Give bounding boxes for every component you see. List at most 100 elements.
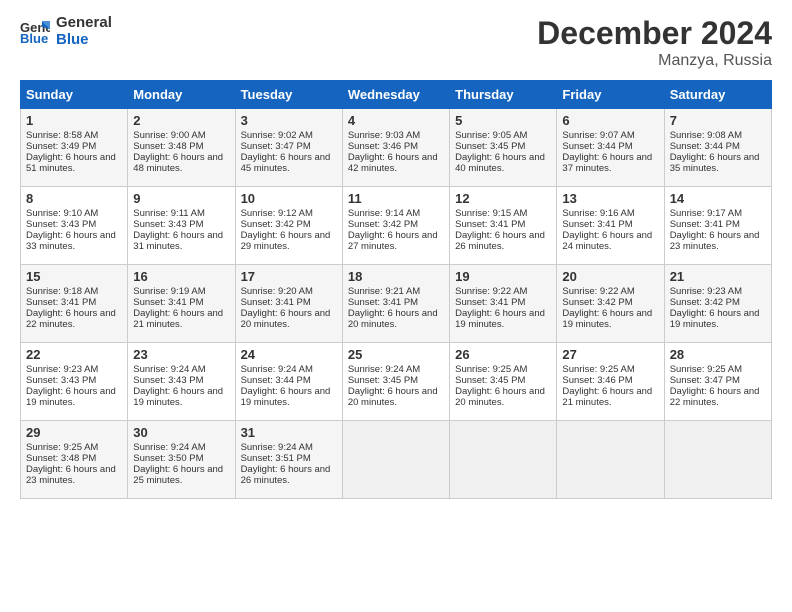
day-number: 21 [670, 269, 766, 284]
daylight-text: Daylight: 6 hours and 19 minutes. [26, 386, 116, 408]
day-number: 5 [455, 113, 551, 128]
day-number: 17 [241, 269, 337, 284]
day-number: 31 [241, 425, 337, 440]
daylight-text: Daylight: 6 hours and 26 minutes. [241, 464, 331, 486]
title-block: December 2024 Manzya, Russia [537, 15, 772, 70]
sunset-text: Sunset: 3:41 PM [26, 297, 96, 308]
table-row: 1Sunrise: 8:58 AMSunset: 3:49 PMDaylight… [21, 109, 128, 187]
sunrise-text: Sunrise: 9:11 AM [133, 208, 205, 219]
daylight-text: Daylight: 6 hours and 19 minutes. [670, 308, 760, 330]
day-number: 2 [133, 113, 229, 128]
sunrise-text: Sunrise: 9:18 AM [26, 286, 98, 297]
sunset-text: Sunset: 3:42 PM [348, 219, 418, 230]
calendar-week-1: 1Sunrise: 8:58 AMSunset: 3:49 PMDaylight… [21, 109, 772, 187]
sunset-text: Sunset: 3:45 PM [455, 375, 525, 386]
daylight-text: Daylight: 6 hours and 19 minutes. [133, 386, 223, 408]
daylight-text: Daylight: 6 hours and 37 minutes. [562, 152, 652, 174]
sunrise-text: Sunrise: 9:05 AM [455, 130, 527, 141]
daylight-text: Daylight: 6 hours and 48 minutes. [133, 152, 223, 174]
calendar-table: Sunday Monday Tuesday Wednesday Thursday… [20, 80, 772, 499]
day-number: 28 [670, 347, 766, 362]
table-row: 11Sunrise: 9:14 AMSunset: 3:42 PMDayligh… [342, 187, 449, 265]
svg-text:Blue: Blue [20, 31, 48, 44]
sunset-text: Sunset: 3:41 PM [455, 219, 525, 230]
sunset-text: Sunset: 3:51 PM [241, 453, 311, 464]
day-number: 9 [133, 191, 229, 206]
logo-icon: General Blue [20, 19, 50, 44]
sunrise-text: Sunrise: 9:24 AM [133, 442, 205, 453]
day-number: 29 [26, 425, 122, 440]
daylight-text: Daylight: 6 hours and 51 minutes. [26, 152, 116, 174]
daylight-text: Daylight: 6 hours and 31 minutes. [133, 230, 223, 252]
day-number: 14 [670, 191, 766, 206]
main-container: General Blue General Blue December 2024 … [0, 0, 792, 509]
day-number: 30 [133, 425, 229, 440]
day-number: 12 [455, 191, 551, 206]
day-number: 8 [26, 191, 122, 206]
sunrise-text: Sunrise: 9:00 AM [133, 130, 205, 141]
sunset-text: Sunset: 3:41 PM [670, 219, 740, 230]
sunrise-text: Sunrise: 9:19 AM [133, 286, 205, 297]
table-row: 27Sunrise: 9:25 AMSunset: 3:46 PMDayligh… [557, 343, 664, 421]
logo: General Blue General Blue [20, 15, 112, 48]
daylight-text: Daylight: 6 hours and 23 minutes. [670, 230, 760, 252]
daylight-text: Daylight: 6 hours and 21 minutes. [562, 386, 652, 408]
sunrise-text: Sunrise: 9:23 AM [670, 286, 742, 297]
daylight-text: Daylight: 6 hours and 19 minutes. [455, 308, 545, 330]
table-row [557, 421, 664, 499]
daylight-text: Daylight: 6 hours and 26 minutes. [455, 230, 545, 252]
daylight-text: Daylight: 6 hours and 45 minutes. [241, 152, 331, 174]
table-row: 14 Sunrise: 9:17 AMSunset: 3:41 PMDayligh… [664, 187, 771, 265]
sunrise-text: Sunrise: 9:22 AM [562, 286, 634, 297]
day-number: 6 [562, 113, 658, 128]
sunrise-text: Sunrise: 9:03 AM [348, 130, 420, 141]
table-row: 24Sunrise: 9:24 AMSunset: 3:44 PMDayligh… [235, 343, 342, 421]
month-title: December 2024 [537, 15, 772, 52]
sunset-text: Sunset: 3:46 PM [348, 141, 418, 152]
day-number: 10 [241, 191, 337, 206]
table-row: 30Sunrise: 9:24 AMSunset: 3:50 PMDayligh… [128, 421, 235, 499]
table-row [450, 421, 557, 499]
sunset-text: Sunset: 3:46 PM [562, 375, 632, 386]
table-row: 10Sunrise: 9:12 AMSunset: 3:42 PMDayligh… [235, 187, 342, 265]
col-tuesday: Tuesday [235, 81, 342, 109]
sunset-text: Sunset: 3:42 PM [241, 219, 311, 230]
sunrise-text: Sunrise: 9:15 AM [455, 208, 527, 219]
sunset-text: Sunset: 3:42 PM [670, 297, 740, 308]
col-monday: Monday [128, 81, 235, 109]
daylight-text: Daylight: 6 hours and 20 minutes. [241, 308, 331, 330]
table-row: 9 Sunrise: 9:11 AMSunset: 3:43 PMDaylight… [128, 187, 235, 265]
sunset-text: Sunset: 3:41 PM [133, 297, 203, 308]
sunset-text: Sunset: 3:50 PM [133, 453, 203, 464]
table-row: 4Sunrise: 9:03 AMSunset: 3:46 PMDaylight… [342, 109, 449, 187]
sunset-text: Sunset: 3:44 PM [562, 141, 632, 152]
location-title: Manzya, Russia [537, 52, 772, 70]
calendar-week-5: 29Sunrise: 9:25 AMSunset: 3:48 PMDayligh… [21, 421, 772, 499]
col-thursday: Thursday [450, 81, 557, 109]
day-number: 18 [348, 269, 444, 284]
sunset-text: Sunset: 3:47 PM [670, 375, 740, 386]
sunrise-text: Sunrise: 9:02 AM [241, 130, 313, 141]
table-row [342, 421, 449, 499]
table-row: 8Sunrise: 9:10 AMSunset: 3:43 PMDaylight… [21, 187, 128, 265]
table-row: 23Sunrise: 9:24 AMSunset: 3:43 PMDayligh… [128, 343, 235, 421]
table-row: 13Sunrise: 9:16 AMSunset: 3:41 PMDayligh… [557, 187, 664, 265]
daylight-text: Daylight: 6 hours and 21 minutes. [133, 308, 223, 330]
sunset-text: Sunset: 3:43 PM [133, 219, 203, 230]
sunset-text: Sunset: 3:41 PM [241, 297, 311, 308]
sunset-text: Sunset: 3:41 PM [348, 297, 418, 308]
daylight-text: Daylight: 6 hours and 42 minutes. [348, 152, 438, 174]
col-sunday: Sunday [21, 81, 128, 109]
table-row: 7Sunrise: 9:08 AMSunset: 3:44 PMDaylight… [664, 109, 771, 187]
day-number: 13 [562, 191, 658, 206]
sunrise-text: Sunrise: 9:17 AM [670, 208, 742, 219]
daylight-text: Daylight: 6 hours and 20 minutes. [455, 386, 545, 408]
table-row: 19Sunrise: 9:22 AMSunset: 3:41 PMDayligh… [450, 265, 557, 343]
day-number: 20 [562, 269, 658, 284]
table-row: 3Sunrise: 9:02 AMSunset: 3:47 PMDaylight… [235, 109, 342, 187]
day-number: 25 [348, 347, 444, 362]
daylight-text: Daylight: 6 hours and 19 minutes. [562, 308, 652, 330]
sunrise-text: Sunrise: 9:22 AM [455, 286, 527, 297]
table-row: 22Sunrise: 9:23 AMSunset: 3:43 PMDayligh… [21, 343, 128, 421]
calendar-week-2: 8Sunrise: 9:10 AMSunset: 3:43 PMDaylight… [21, 187, 772, 265]
